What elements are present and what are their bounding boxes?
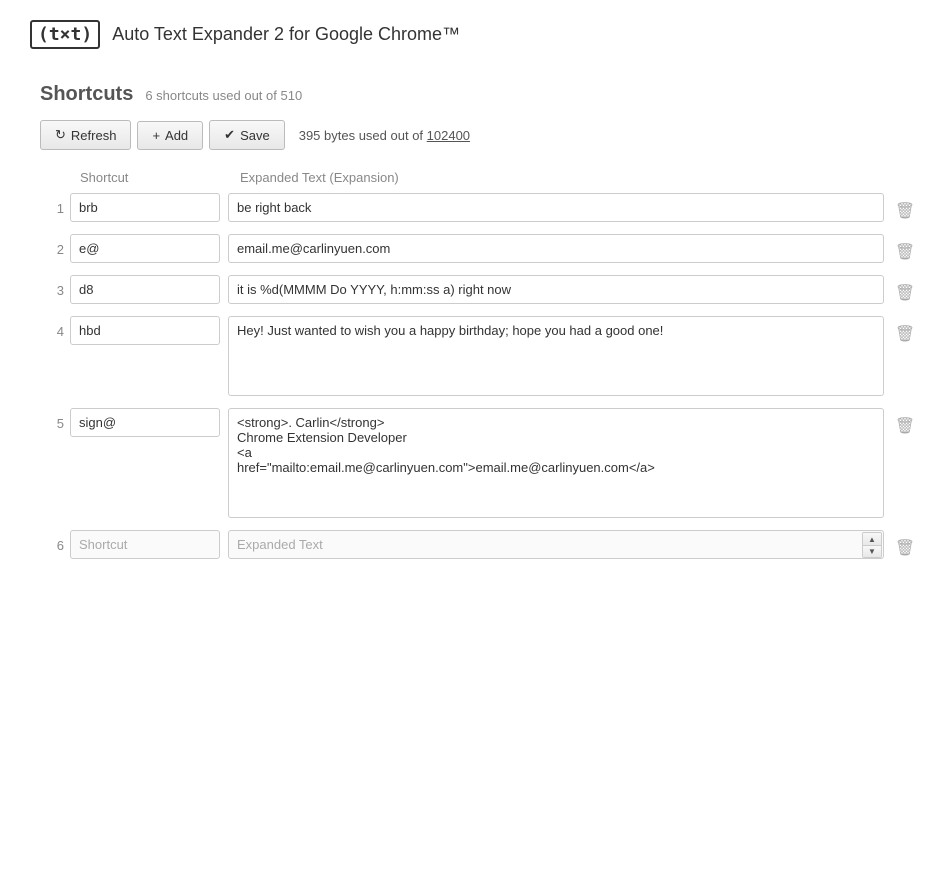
expansion-input[interactable] xyxy=(228,193,884,222)
app-logo: (t×t) xyxy=(30,20,100,49)
expansion-input[interactable] xyxy=(228,275,884,304)
shortcut-input[interactable] xyxy=(70,408,220,437)
table-row: 5 <strong>. Carlin</strong> Chrome Exten… xyxy=(40,408,920,518)
shortcut-input[interactable] xyxy=(70,316,220,345)
spinner-down-button[interactable]: ▼ xyxy=(863,545,881,557)
delete-button[interactable]: 🗑 xyxy=(890,316,920,344)
toolbar: ↻ Refresh + Add ✔ Save 395 bytes used ou… xyxy=(40,120,920,150)
section-title: Shortcuts xyxy=(40,83,133,106)
storage-info: 395 bytes used out of 102400 xyxy=(299,128,470,143)
delete-button[interactable]: 🗑 xyxy=(890,234,920,262)
table-header: Shortcut Expanded Text (Expansion) xyxy=(40,170,920,193)
add-icon: + xyxy=(152,128,160,143)
row-number: 6 xyxy=(40,530,70,553)
shortcut-input[interactable] xyxy=(70,193,220,222)
shortcut-input[interactable] xyxy=(70,275,220,304)
app-title: Auto Text Expander 2 for Google Chrome™ xyxy=(112,24,460,45)
refresh-label: Refresh xyxy=(71,128,117,143)
expansion-column-header: Expanded Text (Expansion) xyxy=(230,170,920,185)
delete-button[interactable]: 🗑 xyxy=(890,530,920,558)
expansion-input[interactable] xyxy=(228,530,884,559)
table-row: 2 🗑 xyxy=(40,234,920,263)
section-header: Shortcuts 6 shortcuts used out of 510 xyxy=(40,83,920,106)
row-number: 2 xyxy=(40,234,70,257)
app-header: (t×t) Auto Text Expander 2 for Google Ch… xyxy=(30,20,920,59)
save-button[interactable]: ✔ Save xyxy=(209,120,285,150)
table-row: 1 🗑 xyxy=(40,193,920,222)
expansion-input[interactable]: <strong>. Carlin</strong> Chrome Extensi… xyxy=(228,408,884,518)
delete-button[interactable]: 🗑 xyxy=(890,408,920,436)
save-label: Save xyxy=(240,128,270,143)
shortcut-input[interactable] xyxy=(70,530,220,559)
row-number: 3 xyxy=(40,275,70,298)
row-number: 4 xyxy=(40,316,70,339)
check-icon: ✔ xyxy=(224,127,235,143)
table-row: 4 Hey! Just wanted to wish you a happy b… xyxy=(40,316,920,396)
expansion-input[interactable]: Hey! Just wanted to wish you a happy bir… xyxy=(228,316,884,396)
add-button[interactable]: + Add xyxy=(137,121,203,150)
expansion-input[interactable] xyxy=(228,234,884,263)
storage-limit-link[interactable]: 102400 xyxy=(427,128,470,143)
shortcut-input[interactable] xyxy=(70,234,220,263)
table-row: 6 ▲ ▼ 🗑 xyxy=(40,530,920,559)
add-label: Add xyxy=(165,128,188,143)
section-subtitle: 6 shortcuts used out of 510 xyxy=(145,88,302,103)
table-row: 3 🗑 xyxy=(40,275,920,304)
expansion-wrapper: ▲ ▼ xyxy=(228,530,884,559)
spinner-buttons: ▲ ▼ xyxy=(862,532,882,558)
row-number: 5 xyxy=(40,408,70,431)
refresh-icon: ↻ xyxy=(55,127,66,143)
refresh-button[interactable]: ↻ Refresh xyxy=(40,120,131,150)
row-number: 1 xyxy=(40,193,70,216)
app-container: (t×t) Auto Text Expander 2 for Google Ch… xyxy=(0,0,950,889)
spinner-up-button[interactable]: ▲ xyxy=(863,533,881,545)
delete-button[interactable]: 🗑 xyxy=(890,193,920,221)
shortcut-column-header: Shortcut xyxy=(70,170,230,185)
main-content: Shortcuts 6 shortcuts used out of 510 ↻ … xyxy=(30,83,920,559)
delete-button[interactable]: 🗑 xyxy=(890,275,920,303)
